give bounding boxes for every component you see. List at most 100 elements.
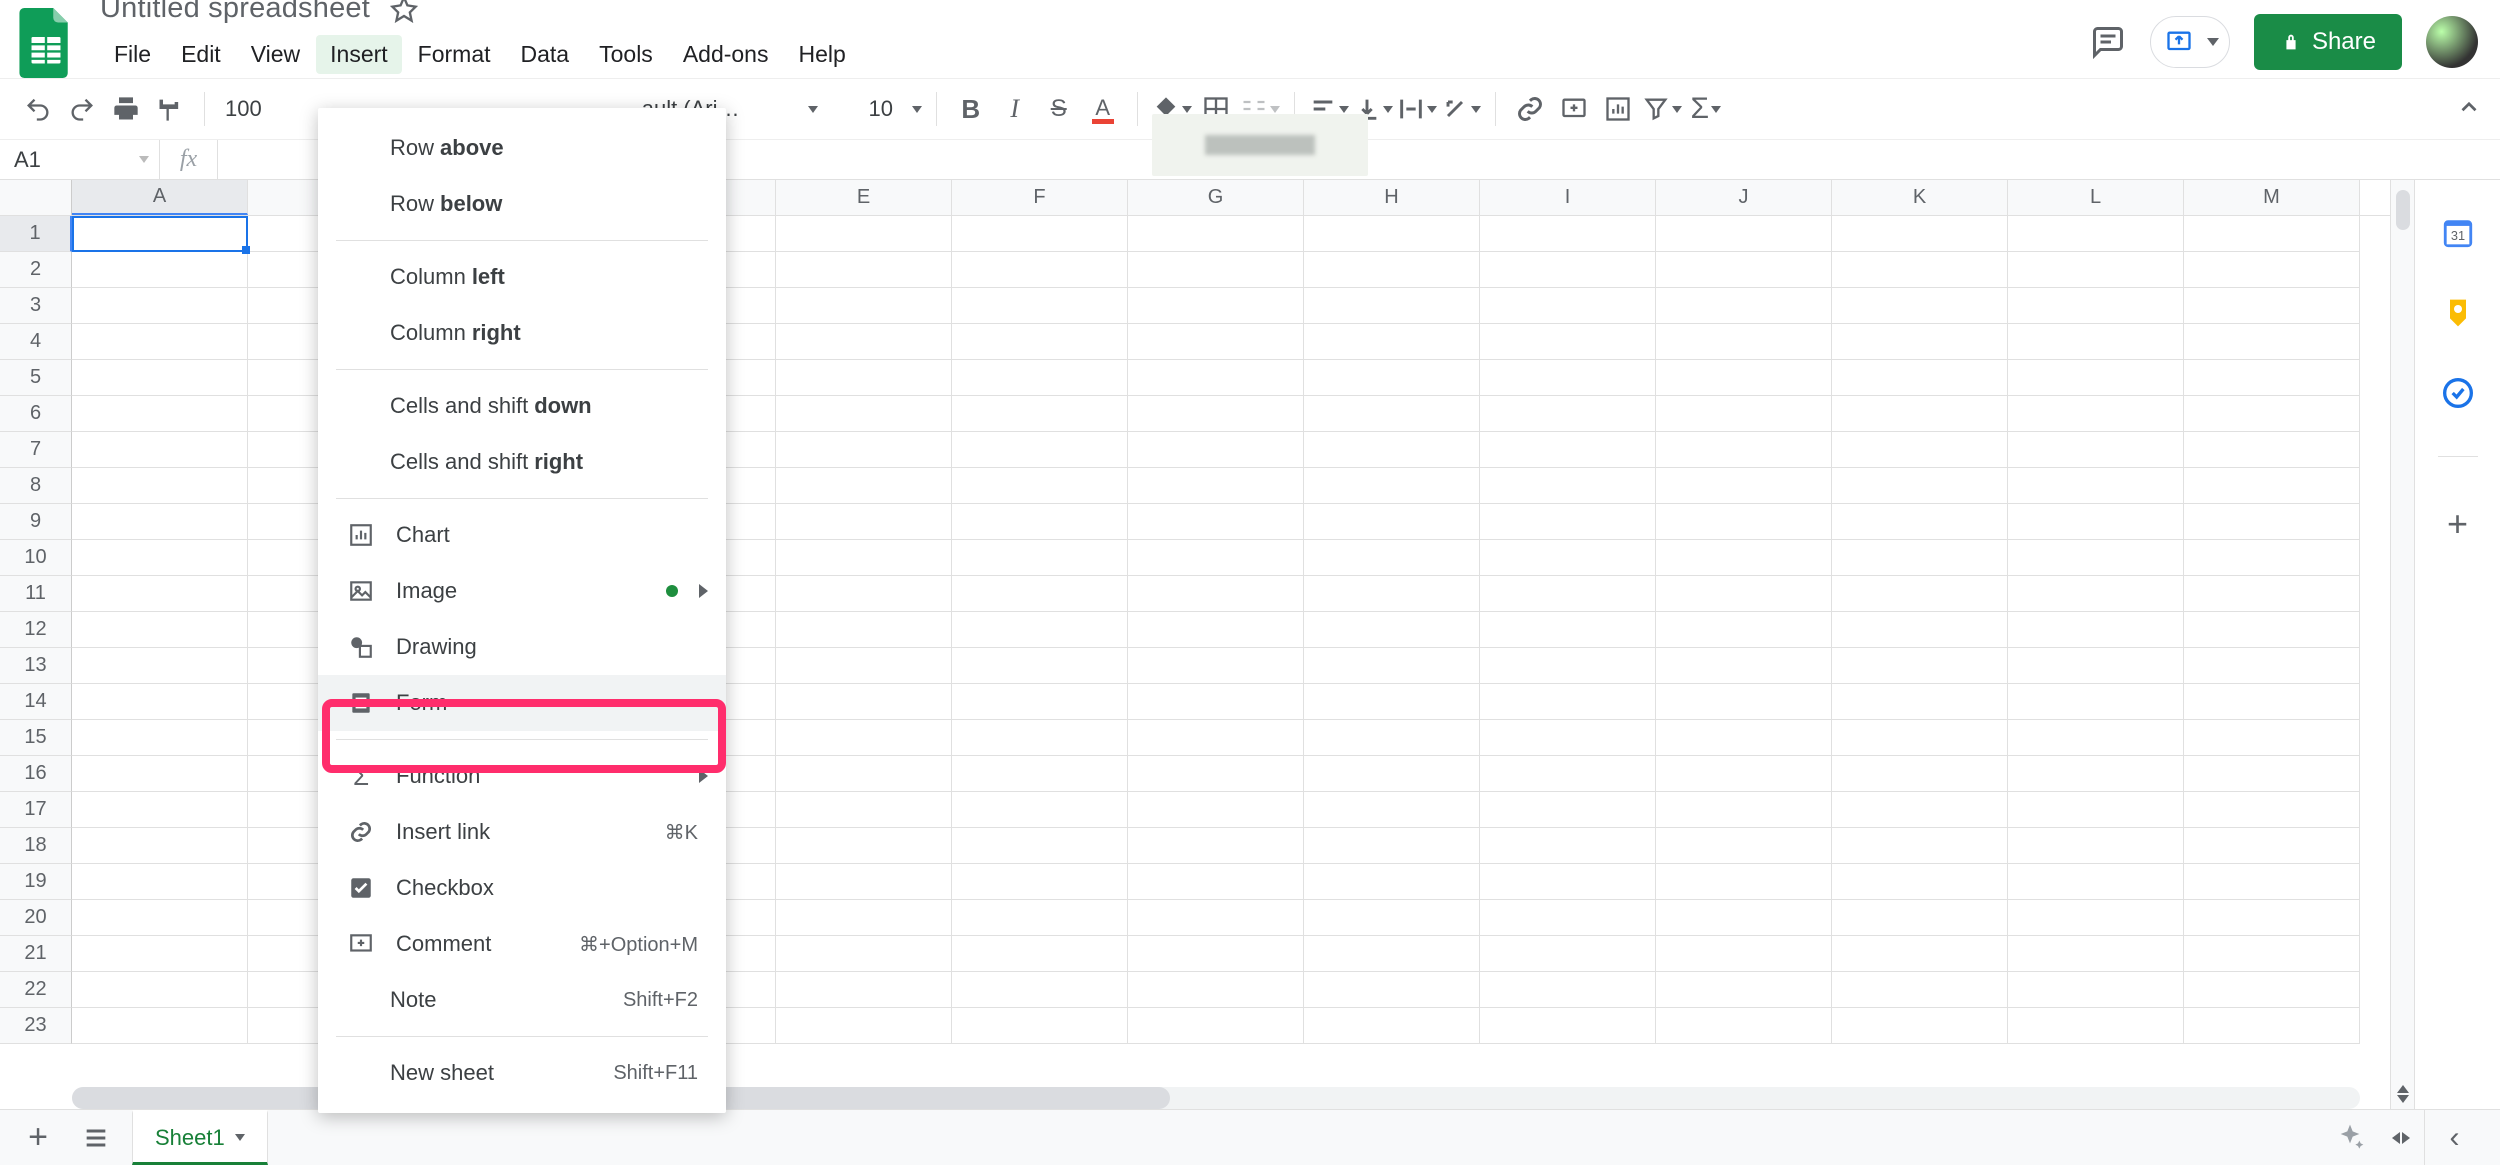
- document-title[interactable]: Untitled spreadsheet: [100, 0, 370, 25]
- cell[interactable]: [1304, 360, 1480, 396]
- row-header[interactable]: 18: [0, 828, 72, 864]
- cell[interactable]: [1128, 288, 1304, 324]
- cell[interactable]: [1128, 972, 1304, 1008]
- column-header[interactable]: H: [1304, 180, 1480, 215]
- cell[interactable]: [2184, 792, 2360, 828]
- cell[interactable]: [952, 828, 1128, 864]
- cell[interactable]: [72, 396, 248, 432]
- menu-row-above[interactable]: Rowabove: [318, 120, 726, 176]
- cell[interactable]: [776, 540, 952, 576]
- column-header[interactable]: L: [2008, 180, 2184, 215]
- cell[interactable]: [1128, 252, 1304, 288]
- cell[interactable]: [776, 468, 952, 504]
- filter-button[interactable]: [1642, 89, 1682, 129]
- cell[interactable]: [1480, 684, 1656, 720]
- cell[interactable]: [776, 648, 952, 684]
- redo-button[interactable]: [62, 89, 102, 129]
- cell[interactable]: [1304, 468, 1480, 504]
- cell[interactable]: [1480, 252, 1656, 288]
- cell[interactable]: [2184, 252, 2360, 288]
- cell[interactable]: [1656, 252, 1832, 288]
- bold-button[interactable]: B: [951, 89, 991, 129]
- cell[interactable]: [1656, 792, 1832, 828]
- cell[interactable]: [2184, 324, 2360, 360]
- font-size-select[interactable]: 10: [856, 96, 906, 122]
- strikethrough-button[interactable]: S: [1039, 89, 1079, 129]
- cell[interactable]: [1832, 396, 2008, 432]
- cell[interactable]: [1832, 468, 2008, 504]
- tasks-icon[interactable]: [2441, 376, 2475, 410]
- cell[interactable]: [1656, 396, 1832, 432]
- cell[interactable]: [1832, 216, 2008, 252]
- cell[interactable]: [1656, 1008, 1832, 1044]
- cell[interactable]: [776, 1008, 952, 1044]
- menu-tools[interactable]: Tools: [585, 35, 667, 74]
- row-header[interactable]: 4: [0, 324, 72, 360]
- cell[interactable]: [1304, 396, 1480, 432]
- cell[interactable]: [1656, 324, 1832, 360]
- cell[interactable]: [72, 504, 248, 540]
- menu-edit[interactable]: Edit: [167, 35, 235, 74]
- cell[interactable]: [1128, 864, 1304, 900]
- cell[interactable]: [1128, 324, 1304, 360]
- cell[interactable]: [72, 468, 248, 504]
- cell[interactable]: [1480, 360, 1656, 396]
- cell[interactable]: [1656, 360, 1832, 396]
- cell[interactable]: [1832, 684, 2008, 720]
- cell[interactable]: [1656, 612, 1832, 648]
- cell[interactable]: [2008, 972, 2184, 1008]
- cell[interactable]: [1832, 864, 2008, 900]
- cell[interactable]: [2008, 216, 2184, 252]
- row-header[interactable]: 12: [0, 612, 72, 648]
- cell[interactable]: [1304, 972, 1480, 1008]
- cell[interactable]: [776, 612, 952, 648]
- cell[interactable]: [2008, 504, 2184, 540]
- menu-view[interactable]: View: [237, 35, 314, 74]
- cell[interactable]: [776, 576, 952, 612]
- menu-row-below[interactable]: Rowbelow: [318, 176, 726, 232]
- cell[interactable]: [72, 864, 248, 900]
- cell[interactable]: [1656, 504, 1832, 540]
- cell[interactable]: [1304, 900, 1480, 936]
- cell[interactable]: [2184, 396, 2360, 432]
- cell[interactable]: [1480, 720, 1656, 756]
- cell[interactable]: [952, 504, 1128, 540]
- cell[interactable]: [776, 828, 952, 864]
- row-header[interactable]: 7: [0, 432, 72, 468]
- row-header[interactable]: 9: [0, 504, 72, 540]
- cell[interactable]: [1656, 936, 1832, 972]
- sheet-tab[interactable]: Sheet1: [132, 1110, 268, 1165]
- add-sheet-button[interactable]: +: [16, 1116, 60, 1160]
- cell[interactable]: [2184, 684, 2360, 720]
- column-header[interactable]: G: [1128, 180, 1304, 215]
- cell[interactable]: [2184, 468, 2360, 504]
- menu-insert[interactable]: Insert: [316, 35, 402, 74]
- cell[interactable]: [72, 792, 248, 828]
- cell[interactable]: [2008, 756, 2184, 792]
- menu-cells-shift-down[interactable]: Cells and shiftdown: [318, 378, 726, 434]
- menu-chart[interactable]: Chart: [318, 507, 726, 563]
- cell[interactable]: [2184, 540, 2360, 576]
- cell[interactable]: [1128, 756, 1304, 792]
- cell[interactable]: [1832, 1008, 2008, 1044]
- cell[interactable]: [1128, 936, 1304, 972]
- cell[interactable]: [776, 432, 952, 468]
- cell[interactable]: [1480, 612, 1656, 648]
- cell[interactable]: [2008, 540, 2184, 576]
- cell[interactable]: [1128, 900, 1304, 936]
- cell[interactable]: [1832, 900, 2008, 936]
- cell[interactable]: [1656, 432, 1832, 468]
- cell[interactable]: [1128, 1008, 1304, 1044]
- cell[interactable]: [1480, 504, 1656, 540]
- cell[interactable]: [1832, 756, 2008, 792]
- cell[interactable]: [72, 612, 248, 648]
- cell[interactable]: [776, 900, 952, 936]
- cell[interactable]: [1128, 540, 1304, 576]
- collapse-toolbar-button[interactable]: [2456, 94, 2482, 125]
- cell[interactable]: [2008, 648, 2184, 684]
- row-header[interactable]: 6: [0, 396, 72, 432]
- cell[interactable]: [952, 648, 1128, 684]
- cell[interactable]: [776, 216, 952, 252]
- cell[interactable]: [1304, 540, 1480, 576]
- row-header[interactable]: 19: [0, 864, 72, 900]
